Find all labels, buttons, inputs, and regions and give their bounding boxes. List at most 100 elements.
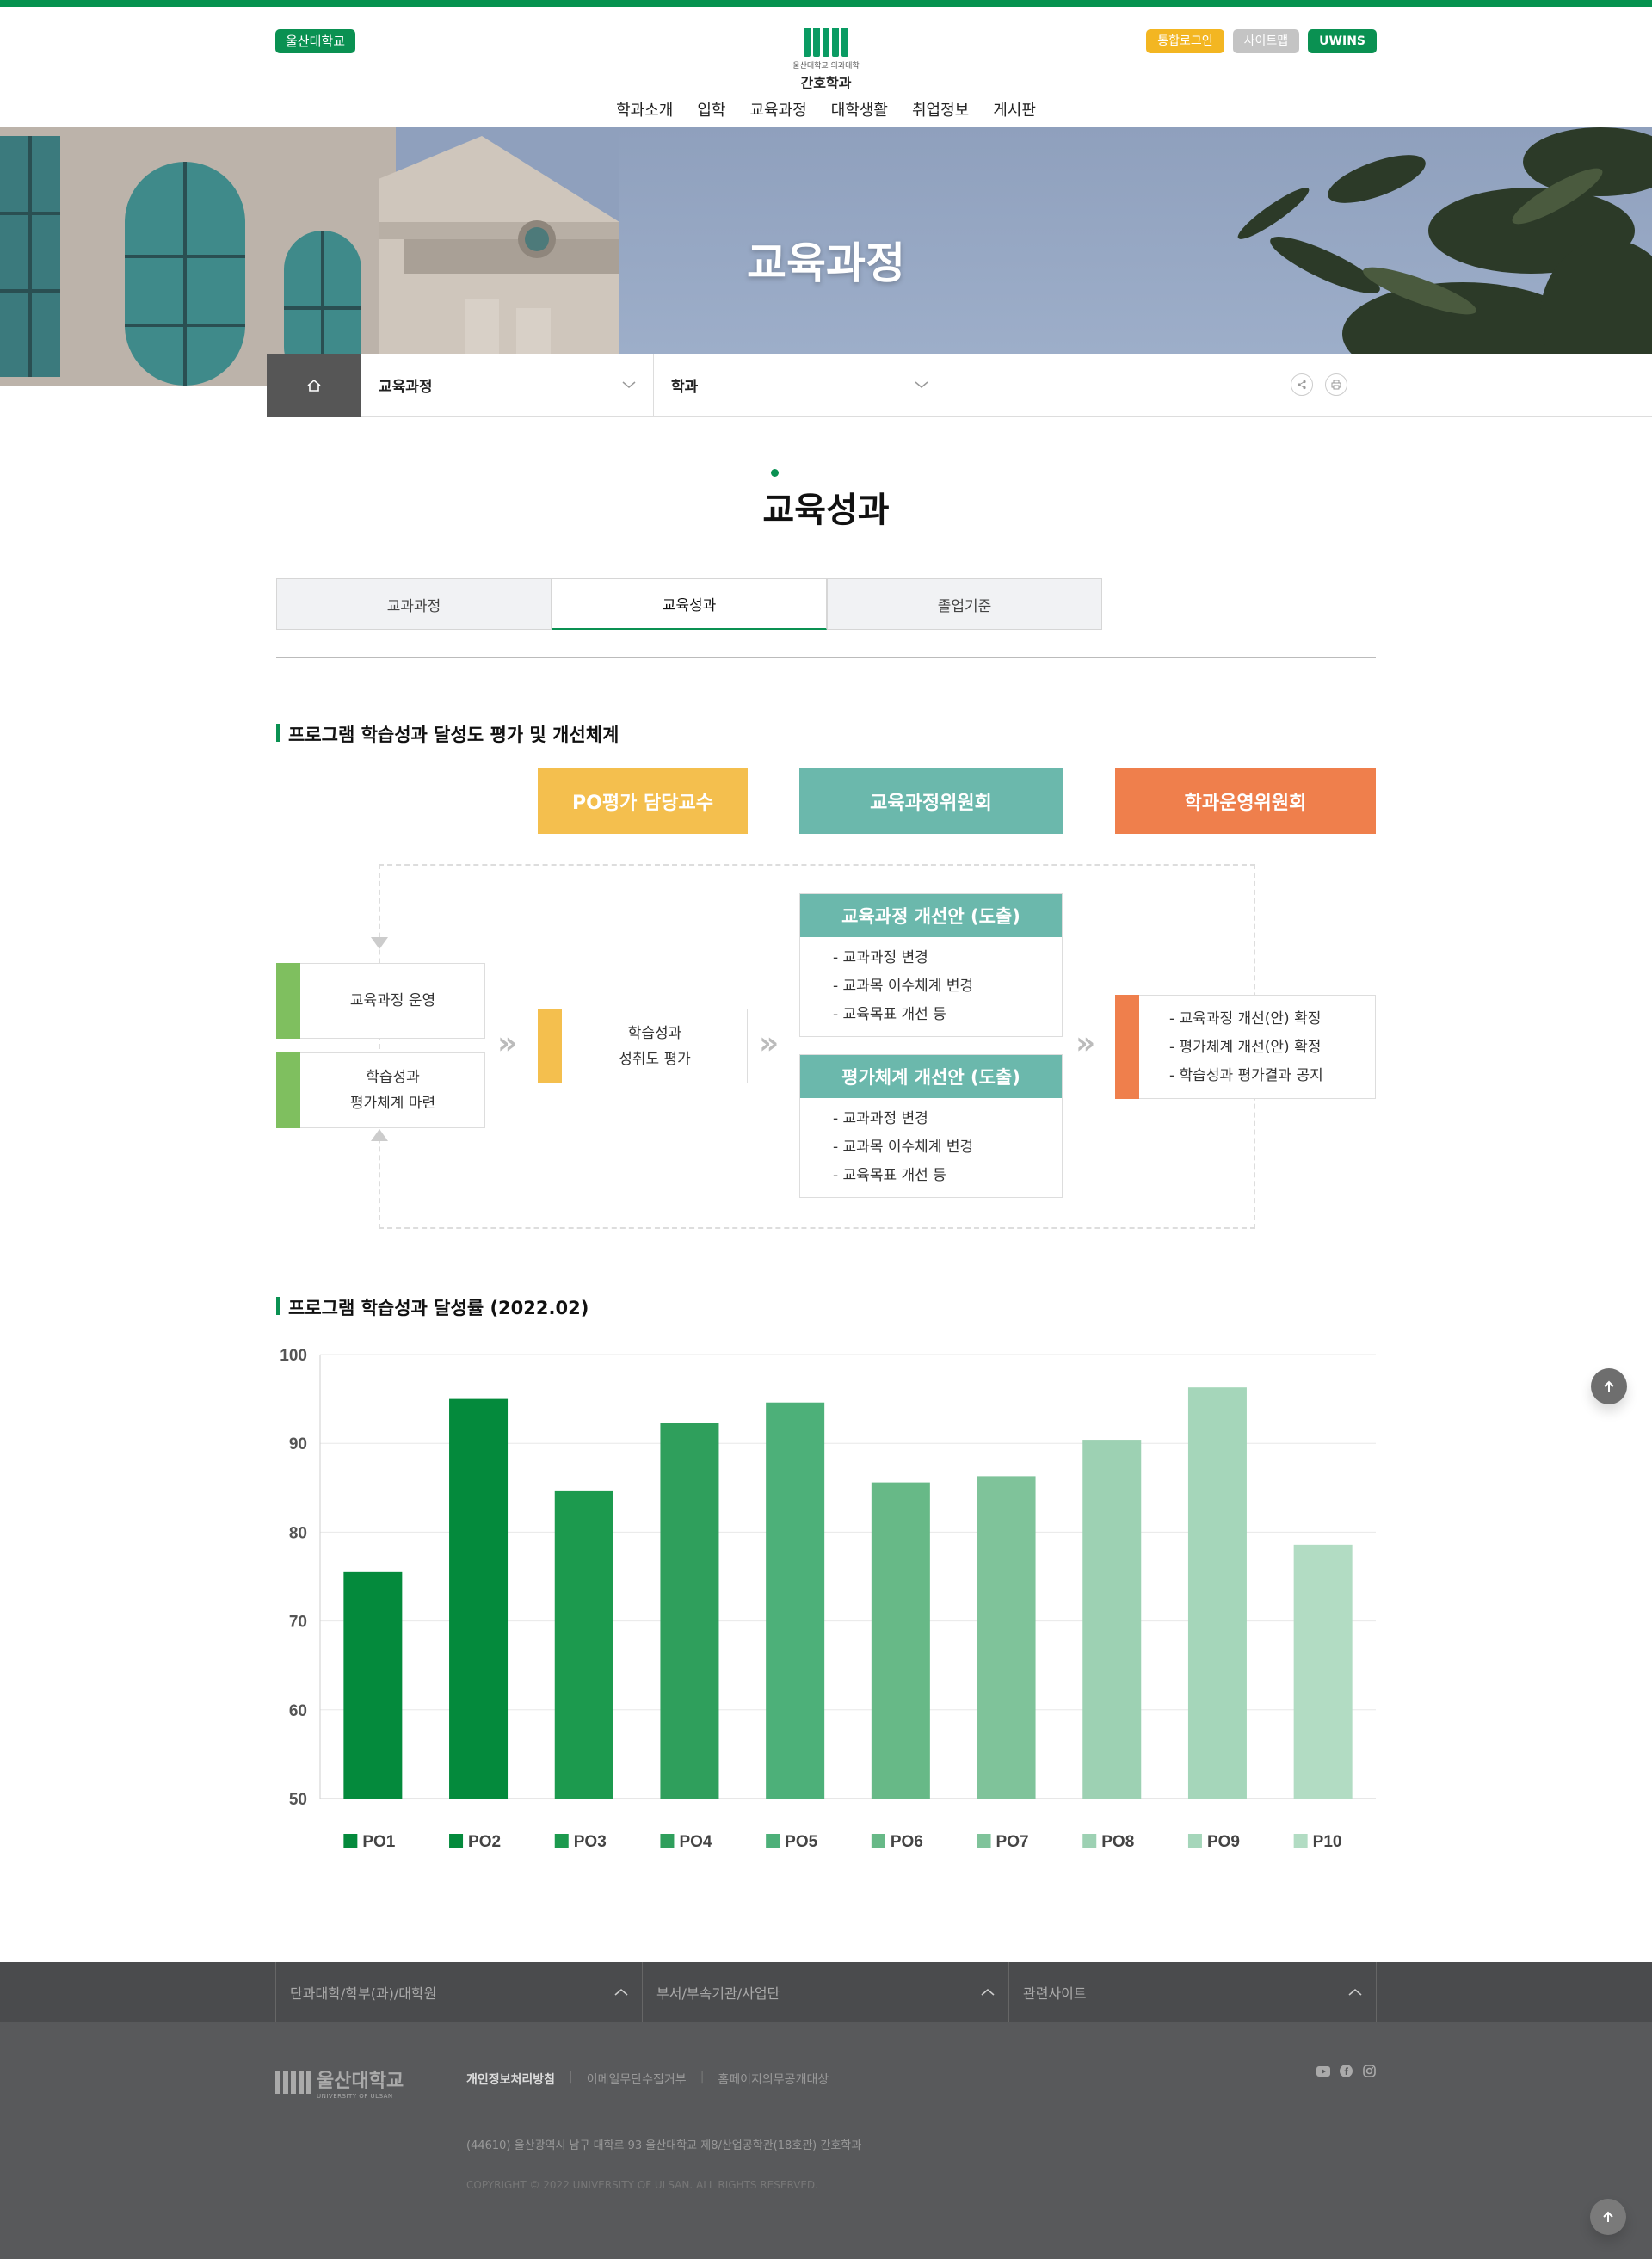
chart-legend-label: PO5 bbox=[785, 1833, 817, 1851]
tab-graduation[interactable]: 졸업기준 bbox=[827, 578, 1102, 630]
footer-select-label: 단과대학/학부(과)/대학원 bbox=[290, 1985, 437, 2002]
university-home-link[interactable]: 울산대학교 bbox=[275, 29, 356, 53]
flow-box-label: 교육과정 운영 bbox=[349, 992, 436, 1009]
home-icon bbox=[307, 379, 321, 392]
tab-outcomes[interactable]: 교육성과 bbox=[552, 578, 827, 630]
utility-links: 통합로그인 사이트맵 UWINS bbox=[1146, 29, 1377, 53]
tab-divider bbox=[276, 657, 1376, 658]
chart-legend-swatch bbox=[871, 1834, 885, 1848]
panel-title: 교육과정 개선안 (도출) bbox=[800, 894, 1062, 937]
privacy-policy-link[interactable]: 개인정보처리방침 bbox=[466, 2071, 555, 2088]
chart-legend-swatch bbox=[1082, 1834, 1097, 1848]
role-po-professor: PO평가 담당교수 bbox=[538, 768, 748, 834]
strip-green bbox=[276, 1052, 300, 1128]
share-button[interactable] bbox=[1291, 373, 1313, 396]
strip-yellow bbox=[538, 1009, 562, 1083]
print-button[interactable] bbox=[1325, 373, 1347, 396]
flow-box-operation: 교육과정 운영 bbox=[276, 963, 485, 1039]
footer-copyright: COPYRIGHT © 2022 UNIVERSITY OF ULSAN. AL… bbox=[466, 2179, 818, 2191]
print-icon bbox=[1331, 380, 1341, 390]
chart-bar bbox=[1082, 1440, 1142, 1799]
chart-legend-swatch bbox=[554, 1834, 569, 1848]
top-accent-line bbox=[0, 0, 1652, 7]
chart-legend-swatch bbox=[343, 1834, 358, 1848]
strip-orange bbox=[1115, 995, 1139, 1099]
youtube-link[interactable] bbox=[1316, 2064, 1330, 2078]
role-dept-committee: 학과운영위원회 bbox=[1115, 768, 1376, 834]
email-refusal-link[interactable]: 이메일무단수집거부 bbox=[587, 2071, 687, 2088]
instagram-link[interactable] bbox=[1362, 2064, 1377, 2078]
chart-bar bbox=[1293, 1544, 1353, 1799]
chart-legend-label: PO3 bbox=[574, 1833, 607, 1851]
strip-green bbox=[276, 963, 300, 1039]
chart-bar bbox=[449, 1398, 509, 1799]
disclosure-link[interactable]: 홈페이지의무공개대상 bbox=[718, 2071, 829, 2088]
location-select-depth1[interactable]: 교육과정 bbox=[361, 354, 654, 416]
chevron-up-icon bbox=[614, 1988, 628, 1996]
nav-item-admission[interactable]: 입학 bbox=[697, 98, 725, 120]
hero-banner: 교육과정 bbox=[0, 127, 1652, 386]
chart-legend-label: PO9 bbox=[1207, 1833, 1240, 1851]
chart-bar bbox=[871, 1482, 930, 1799]
result-item: - 학습성과 평가결과 공지 bbox=[1169, 1067, 1323, 1084]
role-curriculum-committee: 교육과정위원회 bbox=[799, 768, 1063, 834]
panel-item: - 교과목 이수체계 변경 bbox=[833, 1139, 974, 1156]
footer-select-label: 관련사이트 bbox=[1023, 1985, 1087, 2002]
chart-legend-label: P10 bbox=[1313, 1833, 1342, 1851]
chart-legend-label: PO2 bbox=[468, 1833, 501, 1851]
share-icon bbox=[1298, 380, 1306, 390]
footer-scroll-top-button[interactable] bbox=[1590, 2199, 1626, 2235]
department-logo[interactable]: 울산대학교 의과대학 간호학과 bbox=[780, 28, 872, 92]
chart-bar bbox=[343, 1571, 403, 1799]
flow-box-evaluation-system: 학습성과 평가체계 마련 bbox=[276, 1052, 485, 1128]
panel-curriculum-improvement: 교육과정 개선안 (도출) - 교과과정 변경 - 교과목 이수체계 변경 - … bbox=[799, 893, 1063, 1037]
nav-item-career[interactable]: 취업정보 bbox=[912, 98, 969, 120]
result-item: - 교육과정 개선(안) 확정 bbox=[1169, 1010, 1322, 1028]
chart-legend-swatch bbox=[977, 1834, 991, 1848]
panel-evaluation-improvement: 평가체계 개선안 (도출) - 교과과정 변경 - 교과목 이수체계 변경 - … bbox=[799, 1054, 1063, 1198]
loop-arrow-down-icon bbox=[371, 937, 388, 949]
chart-y-tick-label: 70 bbox=[289, 1614, 307, 1632]
footer-logo-en: UNIVERSITY OF ULSAN bbox=[317, 2093, 393, 2100]
nav-item-campus-life[interactable]: 대학생활 bbox=[831, 98, 888, 120]
flow-box-label: 학습성과 성취도 평가 bbox=[619, 1024, 691, 1068]
nav-item-curriculum[interactable]: 교육과정 bbox=[749, 98, 806, 120]
panel-item: - 교육목표 개선 등 bbox=[833, 1167, 946, 1184]
facebook-link[interactable] bbox=[1339, 2064, 1353, 2078]
footer-logo-mark-icon bbox=[275, 2071, 311, 2094]
location-depth2-label: 학과 bbox=[671, 378, 699, 396]
loop-arrow-up-icon bbox=[371, 1129, 388, 1141]
sitemap-button[interactable]: 사이트맵 bbox=[1232, 29, 1300, 53]
footer-select-colleges[interactable]: 단과대학/학부(과)/대학원 bbox=[275, 1962, 642, 2022]
footer-select-departments[interactable]: 부서/부속기관/사업단 bbox=[642, 1962, 1008, 2022]
chart-legend-label: PO4 bbox=[679, 1833, 712, 1851]
tab-curriculum[interactable]: 교과과정 bbox=[276, 578, 552, 630]
footer-logo: 울산대학교 UNIVERSITY OF ULSAN bbox=[275, 2065, 404, 2100]
chevron-up-icon bbox=[1348, 1988, 1362, 1996]
page-title: 교육성과 bbox=[762, 491, 890, 530]
scroll-top-button[interactable] bbox=[1591, 1368, 1627, 1404]
arrow-up-icon bbox=[1604, 1380, 1614, 1392]
footer-select-label: 부서/부속기관/사업단 bbox=[656, 1985, 780, 2002]
site-header: 울산대학교 울산대학교 의과대학 간호학과 통합로그인 사이트맵 UWINS 학… bbox=[0, 7, 1652, 127]
nav-item-about[interactable]: 학과소개 bbox=[616, 98, 673, 120]
chevron-right-icon: » bbox=[497, 1026, 518, 1061]
flow-box-label: 학습성과 평가체계 마련 bbox=[349, 1069, 436, 1112]
flow-box-result: - 교육과정 개선(안) 확정 - 평가체계 개선(안) 확정 - 학습성과 평… bbox=[1115, 995, 1376, 1099]
home-button[interactable] bbox=[267, 354, 361, 417]
chart-y-tick-label: 90 bbox=[289, 1435, 307, 1454]
chart-y-tick-label: 80 bbox=[289, 1524, 307, 1542]
location-select-depth2[interactable]: 학과 bbox=[654, 354, 946, 416]
uwins-button[interactable]: UWINS bbox=[1308, 29, 1377, 53]
nav-item-board[interactable]: 게시판 bbox=[993, 98, 1036, 120]
footer-select-related[interactable]: 관련사이트 bbox=[1008, 1962, 1377, 2022]
youtube-icon bbox=[1316, 2065, 1330, 2077]
chart-legend-swatch bbox=[660, 1834, 675, 1848]
login-button[interactable]: 통합로그인 bbox=[1146, 29, 1224, 53]
chart-legend-label: PO6 bbox=[891, 1833, 923, 1851]
chart-legend-swatch bbox=[766, 1834, 780, 1848]
chart-y-tick-label: 50 bbox=[289, 1791, 307, 1809]
logo-department: 간호학과 bbox=[800, 75, 852, 91]
panel-item: - 교과과정 변경 bbox=[833, 1110, 928, 1127]
location-depth1-label: 교육과정 bbox=[379, 378, 433, 396]
